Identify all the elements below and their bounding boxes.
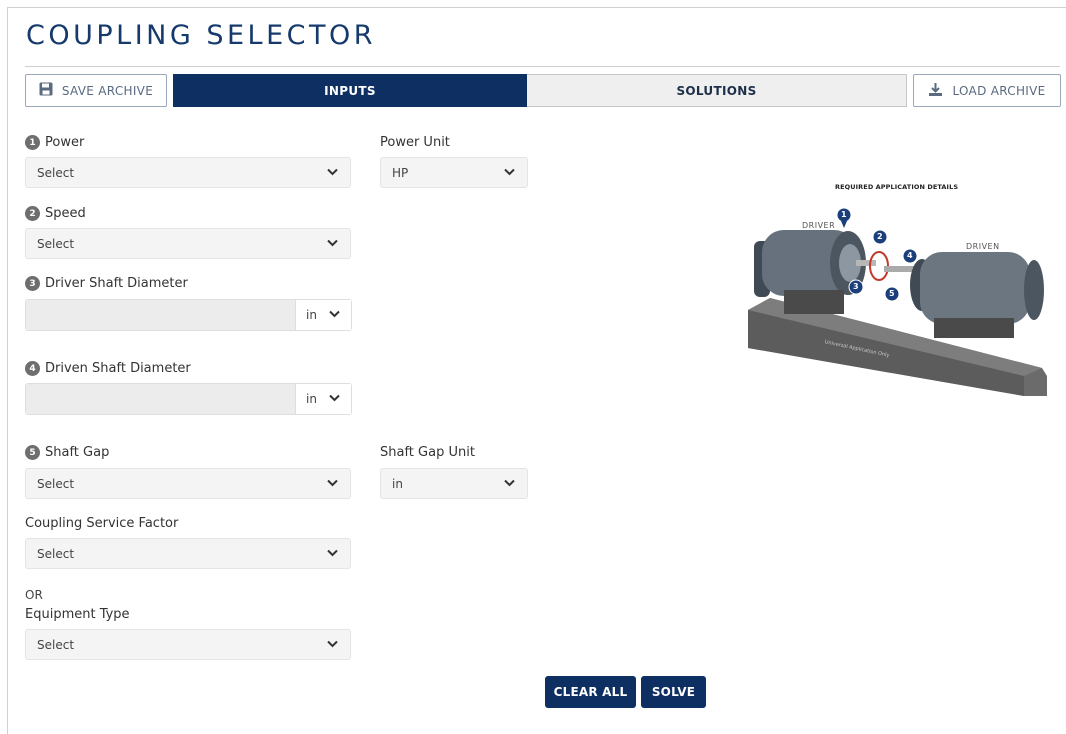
page-title: COUPLING SELECTOR	[26, 20, 377, 51]
service-factor-select[interactable]: Select	[25, 538, 351, 569]
power-unit-select[interactable]: HP	[380, 157, 528, 188]
driven-label: DRIVEN	[966, 242, 1000, 251]
service-factor-label: Coupling Service Factor	[25, 516, 179, 531]
step-number-icon: 2	[25, 206, 40, 221]
driver-shaft-unit-value: in	[306, 308, 317, 322]
floppy-disk-icon	[39, 82, 53, 99]
service-factor-value: Select	[37, 546, 75, 561]
power-unit-label: Power Unit	[380, 135, 450, 150]
chevron-down-icon	[329, 310, 340, 318]
or-separator: OR	[25, 588, 43, 602]
tab-solutions[interactable]: SOLUTIONS	[527, 74, 907, 107]
step-number-icon: 5	[25, 445, 40, 460]
shaft-gap-unit-value: in	[392, 476, 403, 491]
shaft-gap-unit-select[interactable]: in	[380, 468, 528, 499]
marker-1: 1	[841, 210, 847, 219]
speed-select[interactable]: Select	[25, 228, 351, 259]
toolbar: SAVE ARCHIVE INPUTS SOLUTIONS LOAD ARCHI…	[25, 74, 1062, 108]
equipment-type-label: Equipment Type	[25, 607, 130, 622]
shaft-gap-label: 5 Shaft Gap	[25, 445, 109, 460]
driven-shaft-label-text: Driven Shaft Diameter	[45, 361, 191, 376]
shaft-gap-label-text: Shaft Gap	[45, 445, 110, 460]
power-unit-value: HP	[392, 165, 409, 180]
driven-shaft-input[interactable]	[26, 384, 295, 414]
equipment-type-select[interactable]: Select	[25, 629, 351, 660]
title-divider	[25, 66, 1060, 67]
power-label-text: Power	[45, 135, 85, 150]
driven-shaft-field: in	[25, 383, 352, 415]
chevron-down-icon	[327, 168, 338, 176]
marker-5: 5	[889, 289, 895, 298]
driver-shaft-unit-select[interactable]: in	[295, 300, 351, 330]
speed-label-text: Speed	[45, 206, 86, 221]
step-number-icon: 3	[25, 276, 40, 291]
driven-shaft-label: 4 Driven Shaft Diameter	[25, 361, 191, 376]
solve-button[interactable]: SOLVE	[641, 676, 706, 708]
speed-label: 2 Speed	[25, 206, 86, 221]
load-archive-label: LOAD ARCHIVE	[952, 83, 1046, 98]
application-diagram: REQUIRED APPLICATION DETAILS DRIVER DRIV	[744, 178, 1054, 400]
chevron-down-icon	[327, 640, 338, 648]
chevron-down-icon	[327, 549, 338, 557]
shaft-gap-unit-label: Shaft Gap Unit	[380, 445, 475, 460]
chevron-down-icon	[329, 394, 340, 402]
power-label: 1 Power	[25, 135, 84, 150]
driven-shaft-unit-value: in	[306, 392, 317, 406]
step-number-icon: 1	[25, 135, 40, 150]
driver-shaft-label: 3 Driver Shaft Diameter	[25, 276, 188, 291]
clear-all-button[interactable]: CLEAR ALL	[545, 676, 636, 708]
chevron-down-icon	[327, 479, 338, 487]
download-icon	[928, 82, 943, 100]
step-number-icon: 4	[25, 361, 40, 376]
driver-shaft-input[interactable]	[26, 300, 295, 330]
tab-inputs[interactable]: INPUTS	[173, 74, 527, 107]
chevron-down-icon	[327, 239, 338, 247]
chevron-down-icon	[504, 479, 515, 487]
shaft-gap-value: Select	[37, 476, 75, 491]
save-archive-label: SAVE ARCHIVE	[61, 83, 154, 98]
driver-shaft-field: in	[25, 299, 352, 331]
motor-illustration	[748, 207, 1047, 396]
tab-bar: INPUTS SOLUTIONS	[173, 74, 907, 107]
driver-label: DRIVER	[802, 221, 836, 230]
marker-3: 3	[853, 282, 859, 291]
load-archive-button[interactable]: LOAD ARCHIVE	[913, 74, 1061, 107]
speed-select-value: Select	[37, 236, 75, 251]
marker-4: 4	[907, 251, 913, 260]
shaft-gap-select[interactable]: Select	[25, 468, 351, 499]
power-select[interactable]: Select	[25, 157, 351, 188]
driven-shaft-unit-select[interactable]: in	[295, 384, 351, 414]
equipment-type-value: Select	[37, 637, 75, 652]
driver-shaft-label-text: Driver Shaft Diameter	[45, 276, 188, 291]
save-archive-button[interactable]: SAVE ARCHIVE	[25, 74, 167, 107]
power-select-value: Select	[37, 165, 75, 180]
marker-2: 2	[877, 232, 883, 241]
chevron-down-icon	[504, 168, 515, 176]
